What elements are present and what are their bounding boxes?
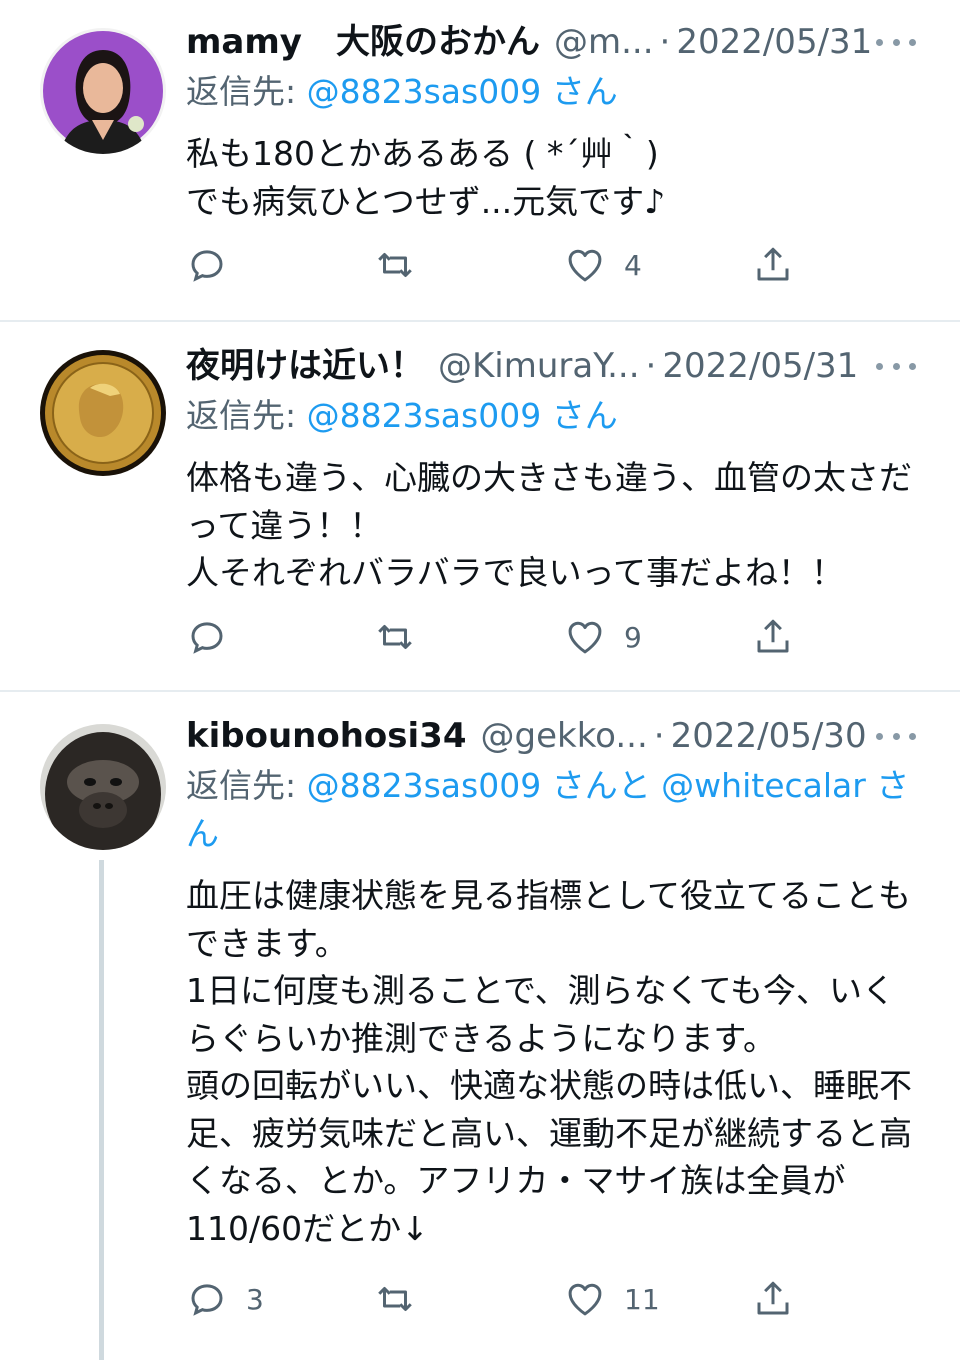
- separator-dot: ·: [645, 346, 657, 386]
- reply-button[interactable]: [186, 612, 246, 662]
- tweet-actions: 9: [186, 612, 826, 662]
- tweet-text: 体格も違う、心臓の大きさも違う、血管の太さだって違う！！ 人それぞれバラバラで良…: [186, 458, 912, 592]
- retweet-icon: [378, 1287, 412, 1311]
- tweet-date[interactable]: 2022/05/31: [662, 344, 858, 388]
- heart-icon: [568, 621, 602, 654]
- reply-to-prefix: 返信先:: [186, 766, 297, 805]
- like-count: 11: [624, 1282, 660, 1316]
- heart-icon: [568, 249, 602, 282]
- reply-to-prefix: 返信先:: [186, 396, 297, 435]
- reply-to-prefix: 返信先:: [186, 72, 297, 111]
- avatar[interactable]: [40, 28, 166, 154]
- like-count: 9: [624, 620, 642, 654]
- thread-line: [99, 860, 104, 1360]
- reply-button[interactable]: 3: [186, 1274, 264, 1324]
- share-icon: [757, 247, 789, 281]
- share-button[interactable]: [752, 612, 794, 662]
- tweet-text: 血圧は健康状態を見る指標として役立てることもできます。 1日に何度も測ることで、…: [186, 876, 912, 1248]
- reply-to-mention[interactable]: @8823sas009 さん: [307, 396, 618, 435]
- reply-to-line: 返信先: @8823sas009 さん: [186, 68, 920, 116]
- reply-icon: [191, 1284, 223, 1316]
- display-name[interactable]: mamy 大阪のおかん: [186, 20, 540, 64]
- separator-dot: ·: [653, 716, 665, 756]
- reply-to-mention[interactable]: @8823sas009 さん: [307, 72, 618, 111]
- user-handle[interactable]: @KimuraY...: [438, 344, 640, 388]
- reply-icon: [191, 622, 223, 654]
- separator-dot: ·: [659, 22, 671, 62]
- tweet-date[interactable]: 2022/05/30: [671, 714, 867, 758]
- share-icon: [757, 619, 789, 653]
- user-handle[interactable]: @m...: [554, 20, 654, 64]
- heart-icon: [568, 1283, 602, 1316]
- retweet-button[interactable]: [374, 1274, 416, 1324]
- tweet-header: kibounohosi34 @gekko... · 2022/05/30: [186, 714, 920, 758]
- like-button[interactable]: 4: [564, 240, 642, 290]
- retweet-icon: [378, 625, 412, 649]
- like-button[interactable]: 9: [564, 612, 642, 662]
- avatar[interactable]: [40, 724, 166, 850]
- reply-to-line: 返信先: @8823sas009 さんと @whitecalar さん: [186, 762, 920, 858]
- tweet-actions: 3 11: [186, 1274, 826, 1324]
- tweet-text: 私も180とかあるある ( *´艸｀) でも病気ひとつせず...元気です♪: [186, 134, 666, 221]
- like-button[interactable]: 11: [564, 1274, 660, 1324]
- more-icon[interactable]: [876, 22, 916, 62]
- reply-button[interactable]: [186, 240, 246, 290]
- more-icon[interactable]: [876, 346, 916, 386]
- reply-icon: [191, 250, 223, 282]
- more-icon[interactable]: [876, 716, 916, 756]
- tweet-date[interactable]: 2022/05/31: [676, 20, 872, 64]
- display-name[interactable]: 夜明けは近い！: [186, 344, 424, 388]
- share-button[interactable]: [752, 1274, 794, 1324]
- tweet-header: mamy 大阪のおかん @m... · 2022/05/31: [186, 20, 920, 64]
- tweet[interactable]: 夜明けは近い！ @KimuraY... · 2022/05/31 返信先: @8…: [0, 322, 960, 692]
- retweet-button[interactable]: [374, 612, 416, 662]
- tweet-header: 夜明けは近い！ @KimuraY... · 2022/05/31: [186, 344, 920, 388]
- user-handle[interactable]: @gekko...: [481, 714, 648, 758]
- reply-count: 3: [246, 1282, 264, 1316]
- share-icon: [757, 1281, 789, 1315]
- display-name[interactable]: kibounohosi34: [186, 714, 467, 758]
- retweet-icon: [378, 253, 412, 277]
- tweet-actions: 4: [186, 240, 826, 290]
- tweet[interactable]: kibounohosi34 @gekko... · 2022/05/30 返信先…: [0, 692, 960, 1360]
- avatar[interactable]: [40, 350, 166, 476]
- reply-to-line: 返信先: @8823sas009 さん: [186, 392, 920, 440]
- share-button[interactable]: [752, 240, 794, 290]
- like-count: 4: [624, 248, 642, 282]
- tweet[interactable]: mamy 大阪のおかん @m... · 2022/05/31 返信先: @882…: [0, 0, 960, 322]
- retweet-button[interactable]: [374, 240, 416, 290]
